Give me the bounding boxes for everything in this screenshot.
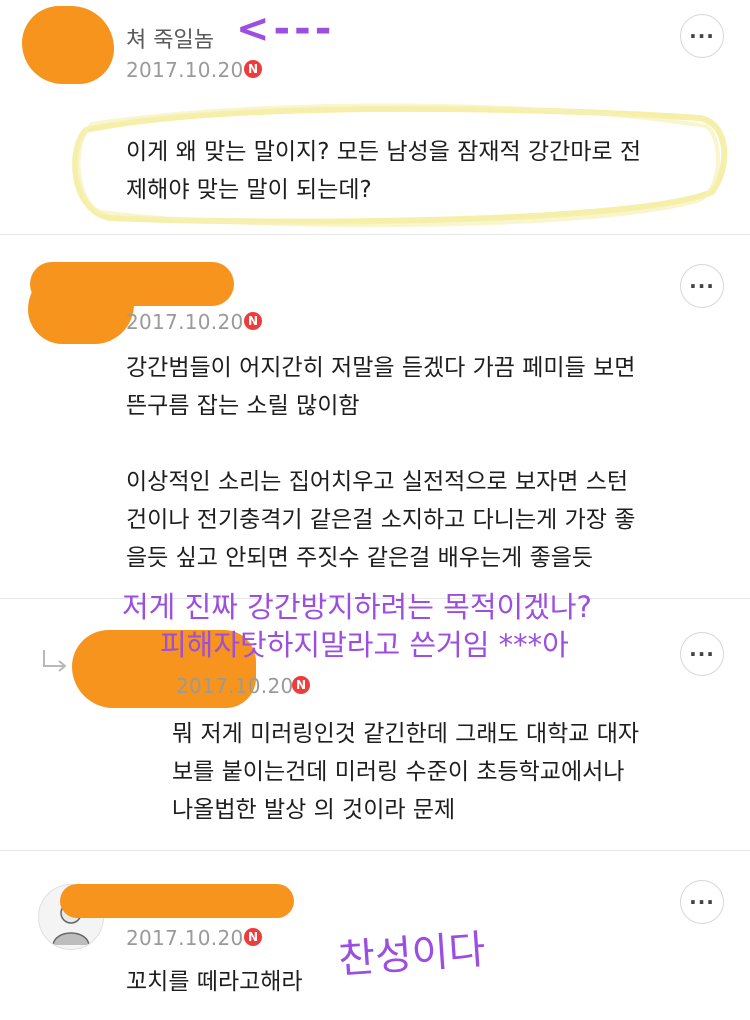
comment-line: 강간범들이 어지간히 저말을 듣겠다 가끔 페미들 보면 — [126, 355, 636, 381]
more-icon: ··· — [689, 642, 715, 666]
more-icon: ··· — [689, 24, 715, 48]
comment-date: 2017.10.20 — [126, 926, 244, 950]
comment-date: 2017.10.20 — [126, 310, 244, 334]
redacted-avatar — [22, 6, 114, 84]
annotation-note-line2: 피해자탓하지말라고 쓴거임 ***아 — [160, 628, 569, 662]
more-button[interactable]: ··· — [680, 632, 724, 676]
annotation-arrow: <--- — [236, 6, 336, 52]
comment-line: 건이나 전기충격기 같은걸 소지하고 다니는게 가장 좋 — [126, 507, 636, 533]
comment-line: 나올법한 발상 의 것이라 문제 — [172, 797, 456, 823]
reply-arrow-icon — [43, 650, 67, 672]
more-button[interactable]: ··· — [680, 880, 724, 924]
n-badge-icon: N — [244, 60, 262, 78]
comment-line: 을듯 싶고 안되면 주짓수 같은걸 배우는게 좋을듯 — [126, 545, 594, 571]
comment-date: 2017.10.20 — [176, 674, 294, 698]
comment-author[interactable]: 쳐 죽일놈 — [126, 22, 214, 54]
comment-line: 보를 붙이는건데 미러링 수준이 초등학교에서나 — [172, 759, 625, 785]
comment-line: 뜬구름 잡는 소릴 많이함 — [126, 393, 360, 419]
comment-line: 뭐 저게 미러링인것 같긴한데 그래도 대학교 대자 — [172, 721, 640, 747]
more-button[interactable]: ··· — [680, 14, 724, 58]
comment-line: 꼬치를 떼라고해라 — [126, 969, 303, 995]
n-badge-icon: N — [244, 928, 262, 946]
comment-line: 이상적인 소리는 집어치우고 실전적으로 보자면 스턴 — [126, 469, 629, 495]
annotation-agree: 찬성이다 — [336, 926, 487, 984]
redacted-username — [60, 884, 294, 918]
more-button[interactable]: ··· — [680, 264, 724, 308]
n-badge-icon: N — [244, 312, 262, 330]
comment-line: 제해야 맞는 말이 되는데? — [126, 177, 372, 203]
comment-divider — [0, 850, 750, 851]
redacted-username — [30, 262, 234, 306]
comment-line: 이게 왜 맞는 말이지? 모든 남성을 잠재적 강간마로 전 — [126, 139, 642, 165]
annotation-note-line1: 저게 진짜 강간방지하려는 목적이겠나? — [122, 590, 592, 624]
n-badge-icon: N — [292, 676, 310, 694]
comment-date: 2017.10.20 — [126, 58, 244, 82]
comment-divider — [0, 234, 750, 235]
more-icon: ··· — [689, 890, 715, 914]
more-icon: ··· — [689, 274, 715, 298]
